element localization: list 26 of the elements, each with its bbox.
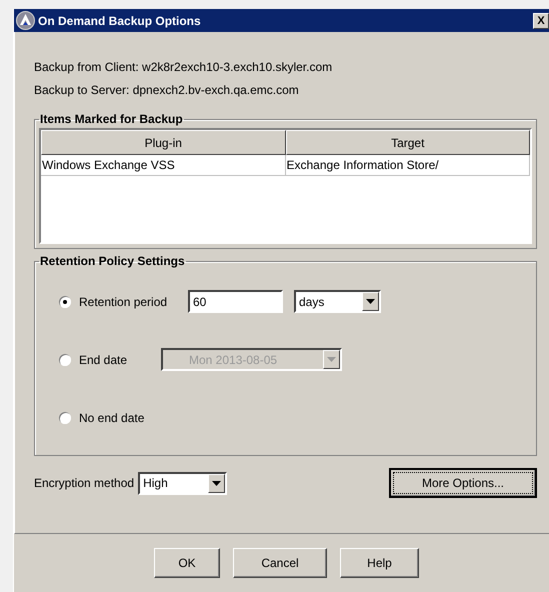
radio-button[interactable]	[59, 296, 71, 308]
caret-icon	[212, 480, 222, 486]
encryption-label: Encryption method	[34, 476, 134, 490]
close-button[interactable]: X	[533, 12, 549, 28]
window-title: On Demand Backup Options	[38, 14, 202, 28]
group-title: Retention Policy Settings	[39, 254, 186, 268]
ok-button[interactable]: OK	[154, 548, 220, 578]
cancel-button[interactable]: Cancel	[233, 548, 327, 578]
unit-dropdown[interactable]: days	[294, 290, 381, 313]
radio-label[interactable]: Retention period	[79, 294, 188, 308]
app-logo-icon	[16, 11, 35, 30]
more-options-button[interactable]: More Options...	[389, 468, 537, 498]
radio-label[interactable]: No end date	[79, 410, 199, 424]
help-button[interactable]: Help	[340, 548, 419, 578]
table-cell: Windows Exchange VSS	[41, 155, 286, 176]
column-header[interactable]: Plug-in	[41, 130, 286, 155]
table-cell: Exchange Information Store/	[286, 155, 530, 176]
group-title: Items Marked for Backup	[39, 112, 184, 126]
retention-period-field[interactable]: 60	[188, 290, 283, 313]
caret-icon	[366, 299, 375, 304]
caret-icon	[327, 357, 336, 362]
info-text: Backup to Server: dpnexch2.bv-exch.qa.emc.com	[34, 82, 300, 99]
info-text: Backup from Client: w2k8r2exch10-3.exch10.skyler.com	[34, 59, 334, 76]
encryption-dropdown[interactable]: High	[138, 472, 228, 494]
column-header[interactable]: Target	[286, 130, 530, 155]
radio-button[interactable]	[59, 412, 71, 424]
